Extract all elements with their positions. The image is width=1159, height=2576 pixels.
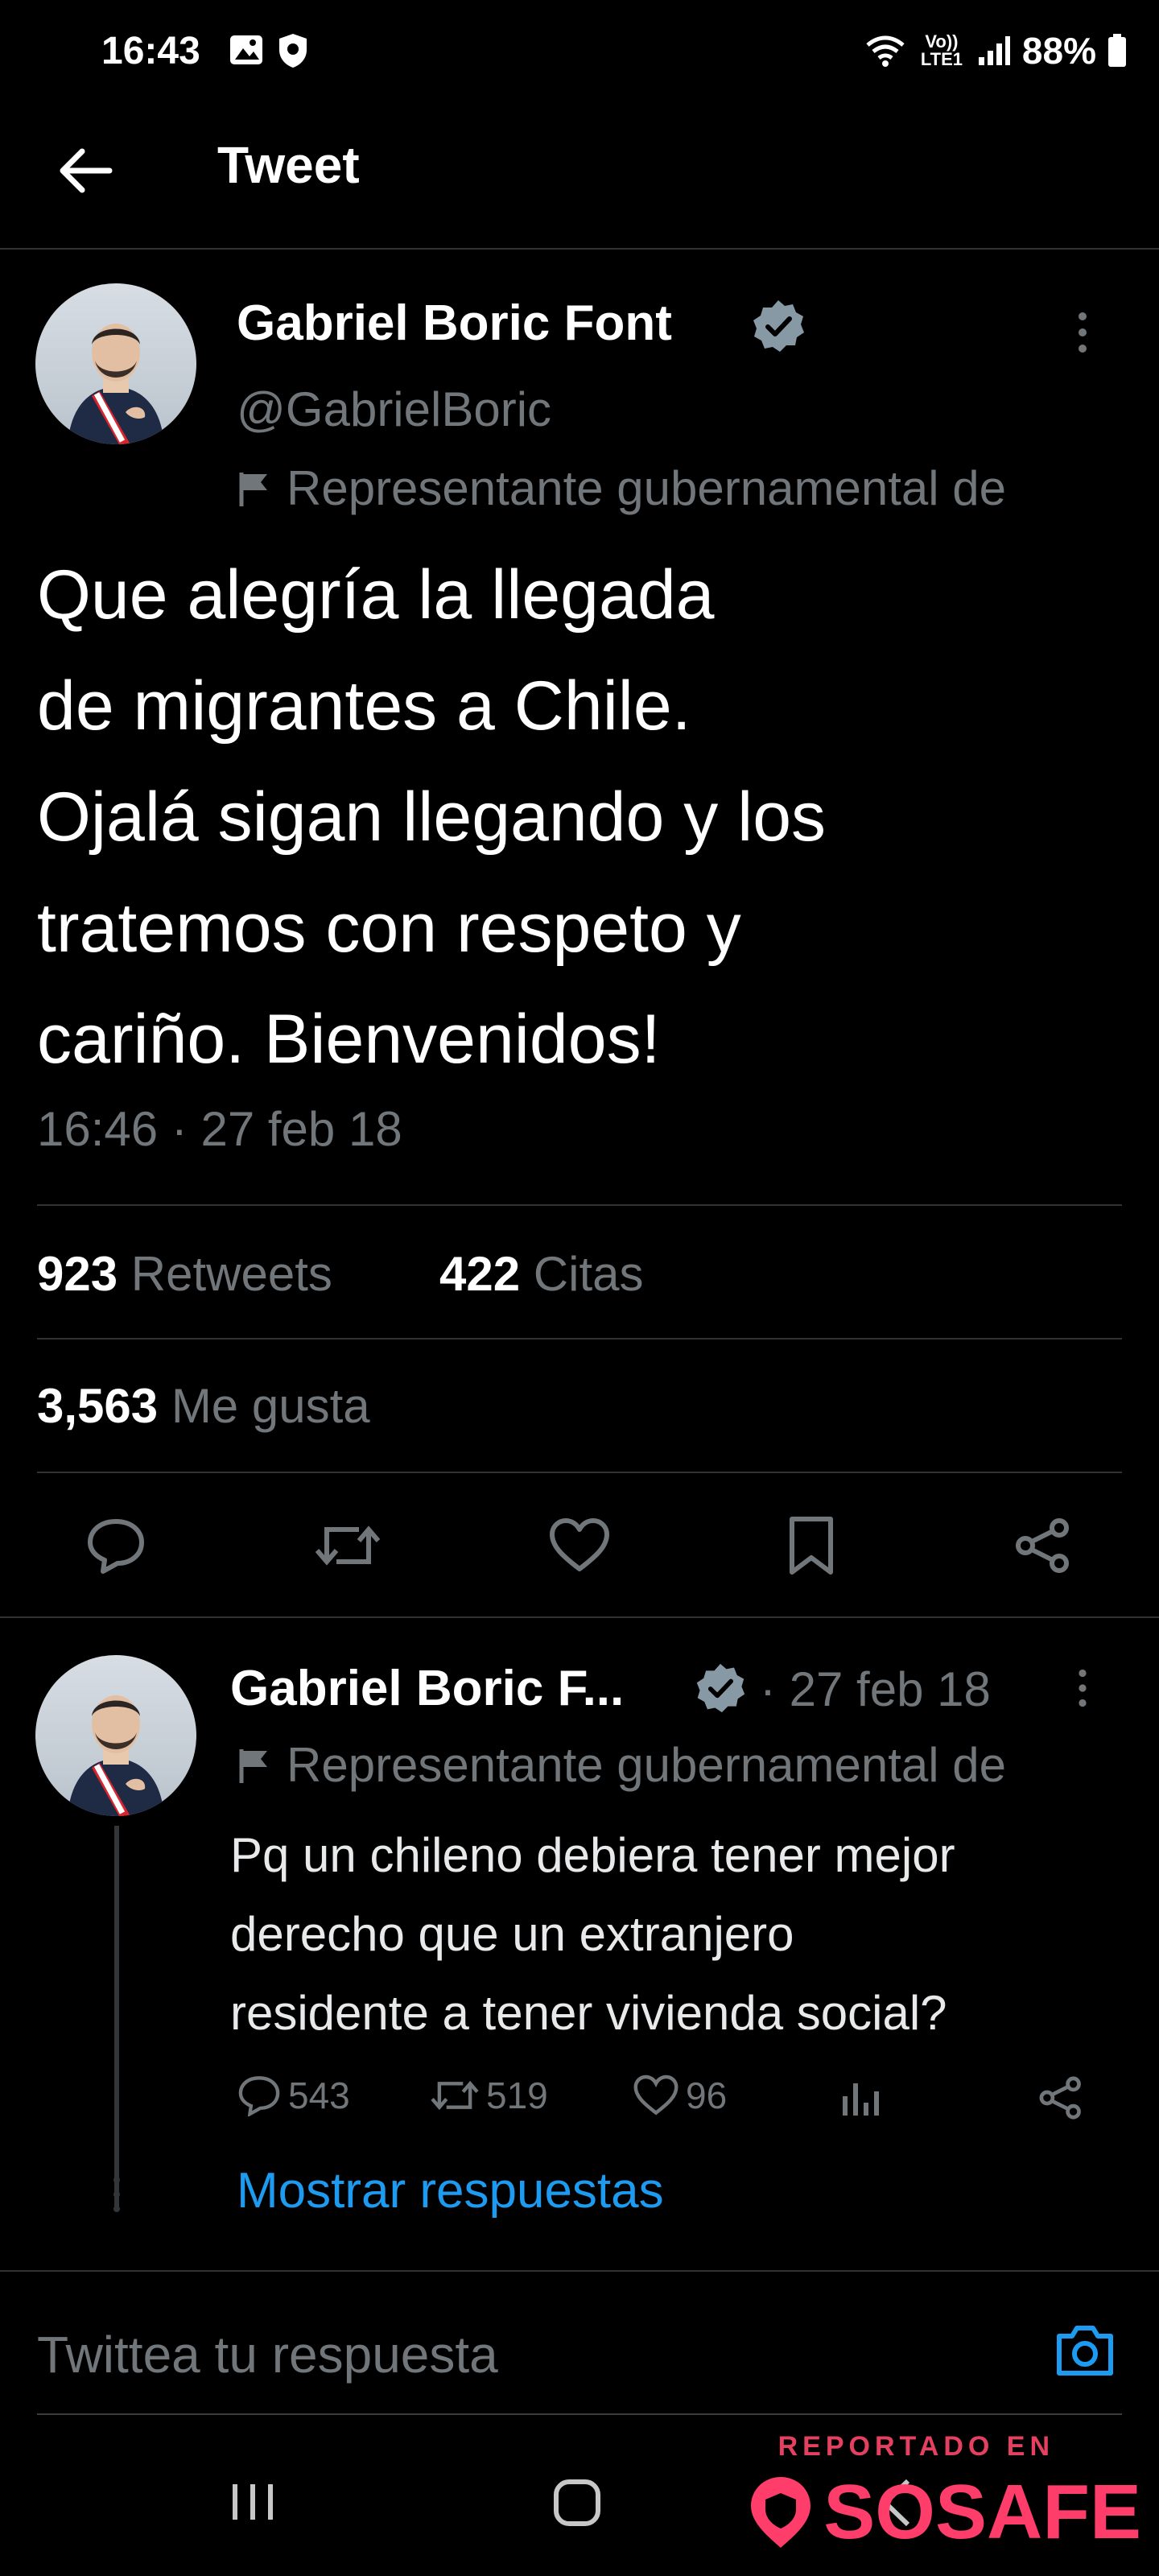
header-divider [0,248,1159,250]
thread-dots-icon [112,2175,122,2215]
quotes-stat[interactable]: 422 Citas [439,1246,643,1302]
tweet-text: Que alegría la llegada de migrantes a Ch… [37,539,1107,1095]
reply-text-line: derecho que un extranjero [230,1907,794,1961]
retweet-button[interactable] [309,1507,386,1584]
tweet-text-line: cariño. Bienvenidos! [37,1001,661,1078]
heart-icon [633,2074,679,2116]
likes-stat[interactable]: 3,563 Me gusta [37,1378,370,1434]
stats-divider [37,1204,1122,1206]
quotes-label: Citas [533,1247,644,1301]
flag-icon [237,469,272,508]
tweet-text-line: Ojalá sigan llegando y los [37,778,827,856]
watermark-brand-text: SOSAFE [823,2469,1141,2555]
avatar-photo [68,1695,164,1816]
avatar-photo [68,324,164,444]
reply-text-line: residente a tener vivienda social? [230,1986,947,2040]
verified-badge-icon [694,1662,747,1715]
reply-retweet-count: 519 [486,2074,548,2116]
share-button[interactable] [1004,1507,1082,1584]
battery-percent: 88% [1021,30,1096,72]
stats-divider [37,1472,1122,1473]
retweets-label: Retweets [130,1247,332,1301]
analytics-icon[interactable] [840,2075,882,2119]
compose-divider [37,2413,1122,2415]
show-replies-link[interactable]: Mostrar respuestas [237,2162,664,2219]
reply-avatar[interactable] [35,1655,196,1816]
reply-account-label: Representante gubernamental de [237,1737,1006,1793]
location-pin-icon [746,2474,815,2551]
likes-count: 3,563 [37,1379,159,1433]
reply-more-options-icon[interactable] [1077,1668,1088,1708]
reply-replies-button[interactable]: 543 [237,2074,350,2117]
reply-author-name[interactable]: Gabriel Boric F... [230,1660,624,1717]
shield-icon [277,32,309,69]
quotes-count: 422 [439,1247,521,1301]
section-divider [0,2270,1159,2272]
reply-replies-count: 543 [288,2074,350,2116]
more-options-icon[interactable] [1077,311,1088,354]
reply-like-count: 96 [686,2074,728,2116]
stats-divider [37,1338,1122,1340]
account-label-text: Representante gubernamental de [287,461,1006,515]
likes-label: Me gusta [171,1379,370,1433]
author-name[interactable]: Gabriel Boric Font [237,295,672,352]
retweets-stat[interactable]: 923 Retweets [37,1246,332,1302]
retweet-icon [430,2075,480,2116]
gallery-icon [229,34,264,66]
back-button[interactable] [48,134,122,208]
network-label: Vo)) LTE1 [920,31,963,69]
compose-reply-input[interactable]: Twittea tu respuesta [37,2325,498,2384]
status-right: Vo)) LTE1 88% [864,29,1127,72]
status-time: 16:43 [101,30,200,72]
thread-line [114,1826,119,2209]
recent-apps-button[interactable] [229,2479,277,2524]
verified-badge-icon [750,298,806,354]
reply-button[interactable] [77,1507,155,1584]
retweets-count: 923 [37,1247,118,1301]
bookmark-icon [787,1516,835,1575]
account-label-text: Representante gubernamental de [287,1738,1006,1792]
watermark-caption: REPORTADO EN [777,2431,1054,2462]
account-label: Representante gubernamental de [237,460,1006,516]
watermark-brand: SOSAFE [746,2468,1141,2557]
reply-like-button[interactable]: 96 [633,2074,727,2117]
tweet-text-line: de migrantes a Chile. [37,667,691,745]
reply-share-icon[interactable] [1038,2075,1083,2120]
tweet-timestamp[interactable]: 16:46 · 27 feb 18 [37,1101,402,1157]
heart-icon [548,1517,611,1574]
tweet-text-line: Que alegría la llegada [37,556,715,634]
wifi-icon [864,34,906,68]
page-title: Tweet [217,136,360,194]
reply-text-line: Pq un chileno debiera tener mejor [230,1828,955,1882]
camera-icon[interactable] [1054,2322,1116,2378]
tweet-text-line: tratemos con respeto y [37,890,741,967]
back-arrow-icon [58,147,113,195]
battery-icon [1107,34,1127,68]
bookmark-button[interactable] [773,1507,850,1584]
section-divider [0,1616,1159,1618]
reply-date[interactable]: · 27 feb 18 [760,1662,991,1717]
retweet-icon [314,1518,382,1573]
like-button[interactable] [541,1507,618,1584]
flag-icon [237,1746,272,1785]
author-handle[interactable]: @GabrielBoric [237,382,551,437]
reply-text: Pq un chileno debiera tener mejor derech… [230,1816,1140,2053]
signal-icon [977,35,1011,67]
reply-icon [237,2074,282,2116]
reply-icon [85,1517,146,1575]
reply-retweet-button[interactable]: 519 [430,2074,548,2117]
home-button[interactable] [552,2478,602,2528]
share-icon [1014,1517,1072,1575]
avatar[interactable] [35,283,196,444]
